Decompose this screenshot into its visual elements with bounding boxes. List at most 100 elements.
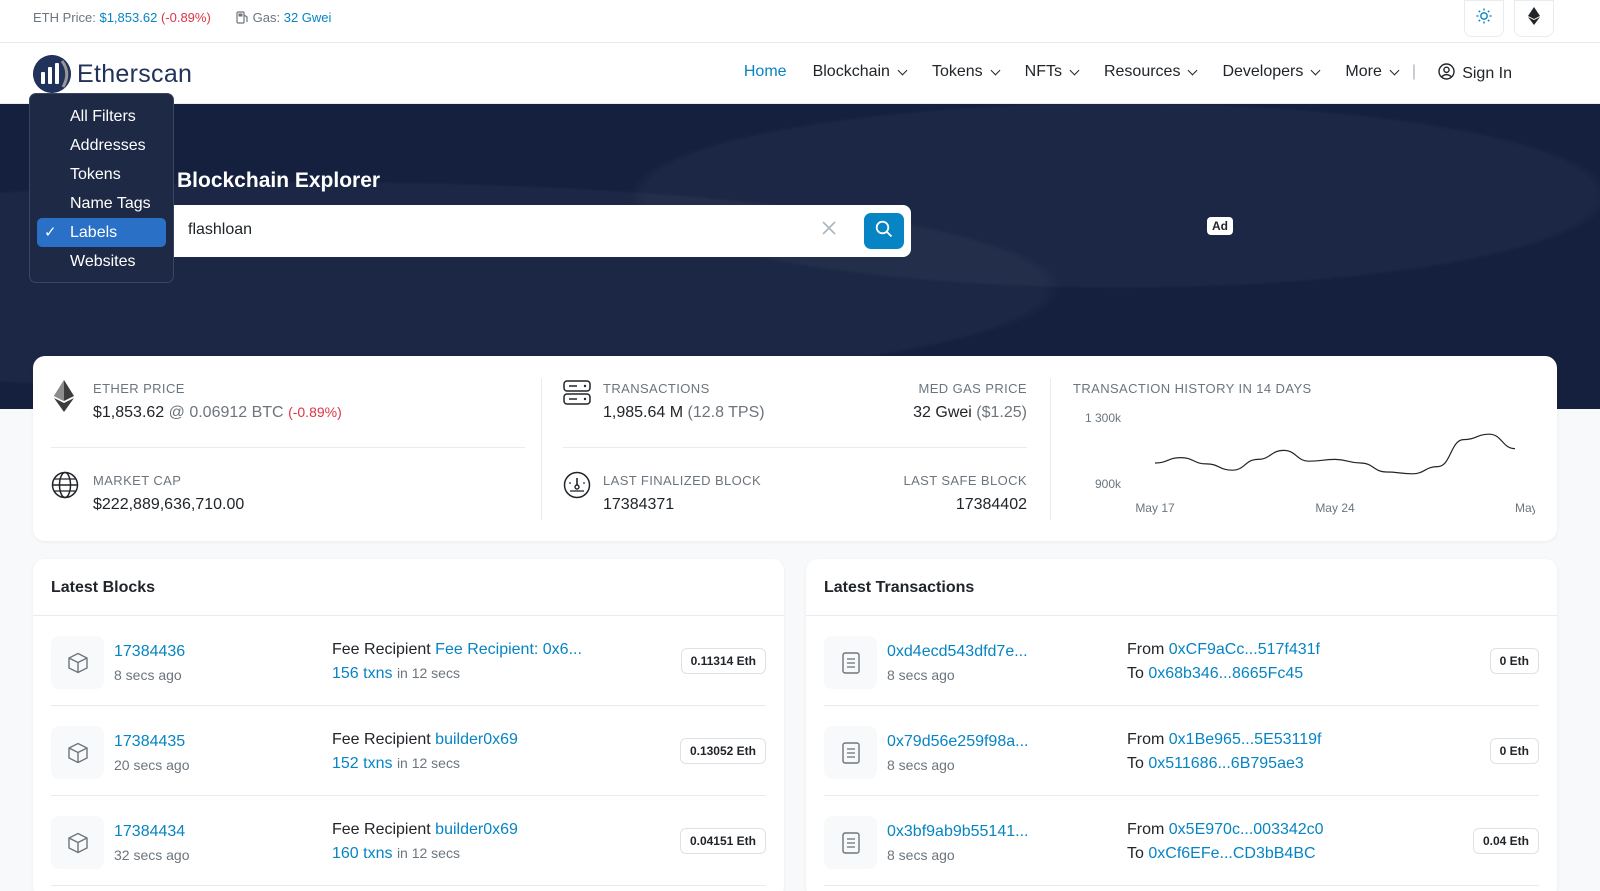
gas-pump-icon: [236, 10, 253, 25]
filter-option-websites[interactable]: Websites: [37, 247, 166, 276]
network-switch-button[interactable]: [1514, 0, 1554, 37]
transaction-row: 0xd4ecd543dfd7e... 8 secs ago From 0xCF9…: [824, 616, 1539, 706]
y-tick-label: 900k: [1095, 477, 1122, 491]
market-cap-label: MARKET CAP: [93, 473, 182, 488]
to-address-link[interactable]: 0x68b346...8665Fc45: [1148, 665, 1303, 682]
transaction-hash-link[interactable]: 0xd4ecd543dfd7e...: [887, 643, 1028, 661]
fee-recipient-link[interactable]: Fee Recipient: 0x6...: [435, 641, 582, 658]
ad-badge: Ad: [1207, 217, 1233, 235]
transaction-amount-badge: 0.04 Eth: [1472, 828, 1539, 854]
to-label: To: [1127, 755, 1144, 772]
nav-blockchain-label: Blockchain: [812, 63, 890, 80]
nav-nfts[interactable]: NFTs: [1024, 63, 1080, 81]
chevron-down-icon: [1389, 65, 1400, 75]
transaction-history-label: TRANSACTION HISTORY IN 14 DAYS: [1073, 381, 1312, 396]
cube-icon: [51, 726, 104, 779]
ether-price-link[interactable]: $1,853.62: [93, 404, 164, 421]
cube-icon: [51, 636, 104, 689]
transaction-hash-link[interactable]: 0x3bf9ab9b55141...: [887, 823, 1028, 841]
search-filter-dropdown: All Filters Addresses Tokens Name Tags ✓…: [29, 93, 174, 283]
nav-tokens-label: Tokens: [931, 63, 983, 80]
block-number-link[interactable]: 17384434: [114, 823, 185, 841]
block-reward-badge: 0.11314 Eth: [680, 648, 766, 674]
from-address-link[interactable]: 0x5E970c...003342c0: [1169, 821, 1324, 838]
latest-transactions-panel: Latest Transactions 0xd4ecd543dfd7e... 8…: [806, 559, 1557, 891]
ether-price-value: $1,853.62 @ 0.06912 BTC (-0.89%): [93, 404, 342, 422]
ether-price-change: (-0.89%): [288, 404, 342, 420]
etherscan-logo[interactable]: Etherscan: [33, 55, 192, 93]
filter-option-addresses[interactable]: Addresses: [37, 131, 166, 160]
transaction-from: From 0x5E970c...003342c0: [1127, 821, 1324, 839]
filter-option-all-filters[interactable]: All Filters: [37, 102, 166, 131]
clear-icon[interactable]: [822, 218, 836, 241]
transactions-tps: (12.8 TPS): [687, 404, 765, 421]
nav-developers[interactable]: Developers: [1222, 63, 1321, 81]
nav-blockchain[interactable]: Blockchain: [812, 63, 908, 81]
block-number-link[interactable]: 17384436: [114, 643, 185, 661]
filter-option-label: Addresses: [70, 137, 146, 154]
chevron-down-icon: [1310, 65, 1321, 75]
transaction-hash-link[interactable]: 0x79d56e259f98a...: [887, 733, 1028, 751]
to-address-link[interactable]: 0xCf6EFe...CD3bB4BC: [1148, 845, 1315, 862]
block-txns-duration: in 12 secs: [396, 755, 460, 771]
transaction-to: To 0xCf6EFe...CD3bB4BC: [1127, 845, 1316, 863]
eth-price-link[interactable]: $1,853.62: [99, 10, 157, 25]
last-safe-value: 17384402: [955, 496, 1027, 513]
theme-toggle-button[interactable]: [1464, 0, 1504, 37]
divider: [1050, 378, 1051, 520]
block-row: 17384434 32 secs ago Fee Recipient build…: [51, 796, 766, 886]
site-header: Etherscan Home Blockchain Tokens NFTs Re…: [0, 43, 1600, 104]
block-txns-duration: in 12 secs: [396, 845, 460, 861]
fee-recipient-label: Fee Recipient: [332, 641, 431, 658]
to-label: To: [1127, 845, 1144, 862]
nav-nfts-label: NFTs: [1024, 63, 1062, 80]
search-icon: [875, 220, 893, 243]
transactions-link[interactable]: 1,985.64 M: [603, 404, 683, 421]
nav-developers-label: Developers: [1222, 63, 1304, 80]
block-number-link[interactable]: 17384435: [114, 733, 185, 751]
from-address-link[interactable]: 0xCF9aCc...517f431f: [1169, 641, 1320, 658]
last-finalized-value: 17384371: [603, 496, 675, 513]
chevron-down-icon: [1069, 65, 1080, 75]
med-gas-value: 32 Gwei ($1.25): [913, 404, 1027, 422]
from-address-link[interactable]: 0x1Be965...5E53119f: [1169, 731, 1322, 748]
fee-recipient-link[interactable]: builder0x69: [435, 731, 518, 748]
eth-price-label: ETH Price:: [33, 10, 96, 25]
to-address-link[interactable]: 0x511686...6B795ae3: [1148, 755, 1303, 772]
transaction-to: To 0x511686...6B795ae3: [1127, 755, 1304, 773]
sign-in-link[interactable]: Sign In: [1438, 63, 1512, 85]
block-txns-link[interactable]: 152 txns: [332, 755, 392, 772]
search-input[interactable]: flashloan: [188, 221, 252, 239]
x-tick-label: May 17: [1135, 501, 1175, 515]
nav-tokens[interactable]: Tokens: [931, 63, 1001, 81]
med-gas-link[interactable]: 32 Gwei: [913, 404, 972, 421]
filter-option-name-tags[interactable]: Name Tags: [37, 189, 166, 218]
block-txns: 160 txns in 12 secs: [332, 845, 460, 863]
hero-title: Blockchain Explorer: [177, 169, 381, 192]
nav-more[interactable]: More: [1345, 63, 1400, 81]
nav-home-label: Home: [743, 63, 787, 80]
server-icon: [563, 380, 591, 411]
market-cap-value: $222,889,636,710.00: [93, 496, 245, 513]
nav-resources[interactable]: Resources: [1103, 63, 1198, 81]
block-txns-link[interactable]: 156 txns: [332, 665, 392, 682]
gas-value-link[interactable]: 32 Gwei: [284, 10, 332, 25]
block-time: 8 secs ago: [114, 667, 182, 683]
fee-recipient-link[interactable]: builder0x69: [435, 821, 518, 838]
gas-stat: Gas: 32 Gwei: [236, 10, 331, 25]
block-reward-badge: 0.04151 Eth: [679, 828, 766, 854]
fee-recipient-label: Fee Recipient: [332, 731, 431, 748]
fee-recipient: Fee Recipient Fee Recipient: 0x6...: [332, 641, 582, 659]
ether-price-btc: @ 0.06912 BTC: [168, 404, 284, 421]
block-txns-link[interactable]: 160 txns: [332, 845, 392, 862]
filter-option-label: All Filters: [70, 108, 136, 125]
nav-home[interactable]: Home: [744, 63, 787, 81]
filter-option-label: Tokens: [70, 166, 121, 183]
logo-text: Etherscan: [77, 59, 193, 88]
latest-blocks-panel: Latest Blocks 17384436 8 secs ago Fee Re…: [33, 559, 784, 891]
nav-resources-label: Resources: [1103, 63, 1181, 80]
filter-option-tokens[interactable]: Tokens: [37, 160, 166, 189]
gas-label: Gas:: [252, 10, 281, 25]
filter-option-labels[interactable]: ✓ Labels: [37, 218, 166, 247]
search-button[interactable]: [864, 213, 904, 249]
